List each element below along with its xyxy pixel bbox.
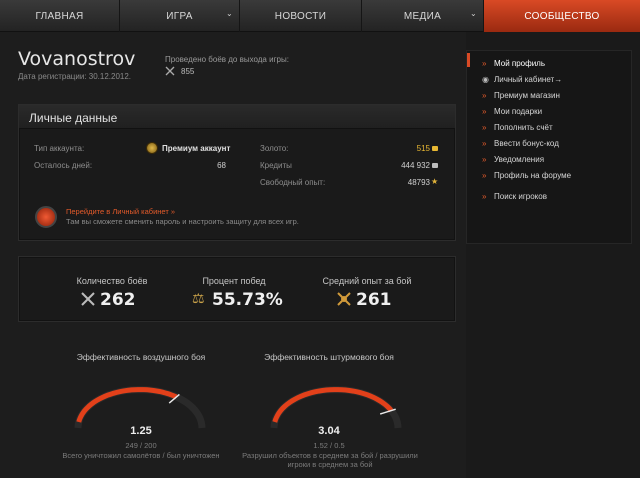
account-type-value: Премиум аккаунт [162, 144, 231, 153]
winrate-value: 55.73% [212, 290, 283, 310]
nav-item-label: ИГРА [166, 10, 193, 22]
account-type-label: Тип аккаунта: [34, 144, 85, 153]
assault-efficiency-title: Эффективность штурмового боя [264, 352, 394, 362]
bullet-icon: » [482, 155, 487, 164]
sidebar-item-bonus-code[interactable]: Ввести бонус-код [494, 139, 559, 148]
assault-efficiency-description-2: игроки в среднем за бой [287, 460, 373, 469]
nav-item-community[interactable]: СООБЩЕСТВО [484, 0, 640, 32]
sidebar-item-top-up[interactable]: Пополнить счёт [494, 123, 553, 132]
assault-efficiency-gauge [270, 386, 402, 429]
nav-item-media[interactable]: МЕДИА ⌄ [362, 0, 484, 32]
battles-count-label: Количество боёв [76, 276, 148, 286]
nav-item-label: СООБЩЕСТВО [524, 10, 600, 22]
sidebar-item-premium-shop[interactable]: Премиум магазин [494, 91, 560, 100]
page-title: Vovanostrov [18, 48, 136, 70]
sidebar-item-gifts[interactable]: Мои подарки [494, 107, 542, 116]
assault-efficiency-value: 3.04 [318, 425, 340, 437]
avg-xp-label: Средний опыт за бой [322, 276, 412, 286]
sidebar-item-cabinet[interactable]: Личный кабинет→ [494, 75, 562, 84]
sidebar-item-notifications[interactable]: Уведомления [494, 155, 544, 164]
air-efficiency-description: Всего уничтожил самолётов / был уничтоже… [62, 451, 220, 460]
gold-label: Золото: [260, 144, 289, 153]
air-efficiency-ratio: 249 / 200 [125, 441, 157, 450]
avg-xp-value: 261 [356, 290, 392, 310]
free-xp-value: 48793 [407, 178, 430, 187]
registration-date: Дата регистрации: 30.12.2012. [18, 72, 132, 81]
cabinet-link[interactable]: Перейдите в Личный кабинет » [66, 207, 175, 216]
stats-panel [18, 256, 456, 322]
nav-item-home[interactable]: ГЛАВНАЯ [0, 0, 120, 32]
wargaming-icon: ◉ [482, 75, 489, 84]
credits-label: Кредиты [260, 161, 292, 170]
nav-item-label: НОВОСТИ [274, 10, 327, 22]
bullet-icon: » [482, 192, 487, 201]
nav-item-label: ГЛАВНАЯ [35, 10, 84, 22]
days-left-label: Осталось дней: [34, 161, 93, 170]
sidebar-item-player-search[interactable]: Поиск игроков [494, 192, 547, 201]
personal-data-title: Личные данные [19, 105, 455, 129]
scales-icon: ⚖ [192, 290, 205, 306]
battles-before-release-label: Проведено боёв до выхода игры: [165, 55, 289, 64]
crossed-swords-icon [81, 292, 95, 306]
active-indicator [467, 53, 470, 67]
bullet-icon: » [482, 91, 487, 100]
nav-item-game[interactable]: ИГРА ⌄ [120, 0, 240, 32]
bullet-icon: » [482, 107, 487, 116]
battles-before-release-value: 855 [181, 67, 195, 76]
nav-item-label: МЕДИА [403, 10, 442, 22]
xp-swords-icon [337, 292, 351, 306]
air-efficiency-title: Эффективность воздушного боя [76, 352, 206, 362]
days-left-value: 68 [217, 161, 226, 170]
credits-icon [432, 163, 438, 168]
credits-value: 444 932 [401, 161, 430, 170]
winrate-label: Процент побед [202, 276, 266, 286]
sidebar-item-my-profile[interactable]: Мой профиль [494, 59, 545, 68]
bullet-icon: » [482, 59, 487, 68]
gauge-track [74, 386, 206, 429]
nav-item-news[interactable]: НОВОСТИ [240, 0, 362, 32]
assault-efficiency-ratio: 1.52 / 0.5 [313, 441, 345, 450]
crossed-swords-icon [165, 66, 175, 76]
free-xp-label: Свободный опыт: [260, 178, 326, 187]
premium-badge-icon [146, 142, 158, 154]
cabinet-hint: Там вы сможете сменить пароль и настроит… [66, 217, 299, 226]
battles-count-value: 262 [100, 290, 136, 310]
top-nav: ГЛАВНАЯ ИГРА ⌄ НОВОСТИ МЕДИА ⌄ СООБЩЕСТВ… [0, 0, 640, 32]
chevron-down-icon: ⌄ [469, 9, 477, 18]
air-efficiency-value: 1.25 [130, 425, 152, 437]
air-efficiency-gauge [74, 386, 206, 429]
wargaming-logo-icon [35, 206, 57, 228]
gold-value: 515 [416, 144, 430, 153]
sidebar-item-forum-profile[interactable]: Профиль на форуме [494, 171, 571, 180]
bullet-icon: » [482, 139, 487, 148]
star-icon: ★ [431, 177, 439, 186]
chevron-down-icon: ⌄ [225, 9, 233, 18]
bullet-icon: » [482, 171, 487, 180]
assault-efficiency-description-1: Разрушил объектов в среднем за бой / раз… [242, 451, 418, 460]
gold-coin-icon [432, 146, 438, 151]
gauge-track [270, 386, 402, 429]
bullet-icon: » [482, 123, 487, 132]
